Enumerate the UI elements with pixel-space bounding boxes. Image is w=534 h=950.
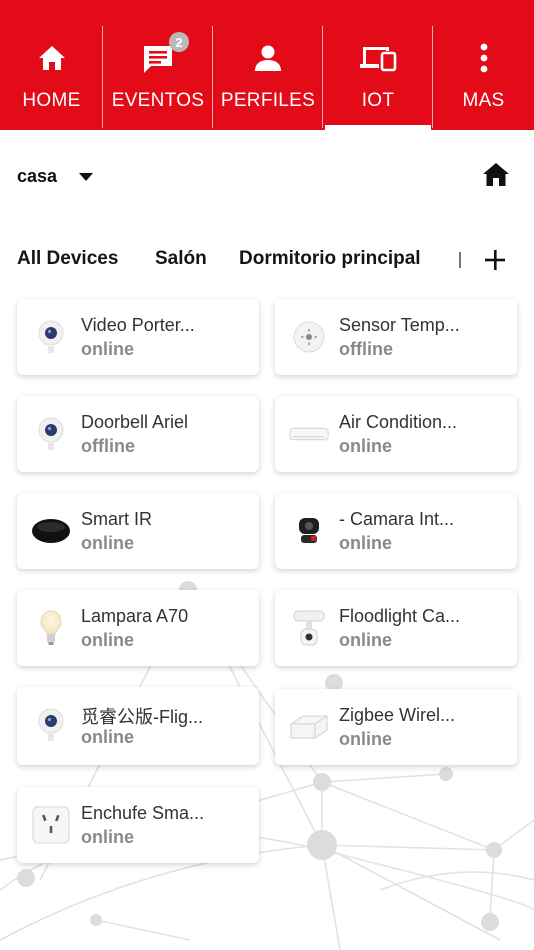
nav-perfiles-label: PERFILES — [220, 90, 316, 111]
device-card[interactable]: Video Porter... online — [17, 299, 259, 375]
top-navigation: HOME 2 EVENTOS PERFILES IOT MAS — [0, 0, 534, 130]
person-icon — [254, 40, 282, 76]
device-card[interactable]: Doorbell Ariel offline — [17, 396, 259, 472]
chat-icon: 2 — [141, 32, 189, 76]
device-status: online — [81, 727, 134, 747]
device-card[interactable]: - Camara Int... online — [275, 493, 517, 569]
sensor-icon — [289, 317, 329, 357]
home-icon — [37, 40, 67, 76]
device-status: online — [339, 533, 392, 553]
plug-icon — [31, 805, 71, 845]
room-tabs: All Devices Salón Dormitorio principal — [0, 240, 534, 280]
device-card[interactable]: Enchufe Sma... online — [17, 787, 259, 863]
device-status: online — [339, 729, 392, 749]
device-card[interactable]: Floodlight Ca... online — [275, 590, 517, 666]
nav-mas[interactable]: MAS — [433, 0, 534, 130]
device-card[interactable]: Lampara A70 online — [17, 590, 259, 666]
nav-home[interactable]: HOME — [0, 0, 103, 130]
air-conditioner-icon — [289, 414, 329, 454]
nav-perfiles[interactable]: PERFILES — [213, 0, 323, 130]
device-status: online — [339, 630, 392, 650]
camera-icon — [31, 317, 71, 357]
notification-badge: 2 — [169, 32, 189, 52]
device-name: 觅睿公版-Flig... — [81, 707, 204, 727]
home-dropdown-value: casa — [17, 166, 58, 186]
gateway-icon — [289, 707, 329, 747]
tab-dormitorio-principal[interactable]: Dormitorio principal — [239, 248, 421, 270]
home-dropdown[interactable]: casa — [17, 166, 94, 187]
device-name: Video Porter... — [81, 315, 195, 335]
device-status: offline — [339, 339, 393, 359]
device-name: Floodlight Ca... — [339, 606, 461, 626]
nav-home-label: HOME — [22, 90, 81, 111]
house-icon[interactable] — [482, 162, 510, 193]
device-card[interactable]: Smart IR online — [17, 493, 259, 569]
floodlight-icon — [289, 608, 329, 648]
camera-icon — [31, 414, 71, 454]
device-name: Doorbell Ariel — [81, 412, 189, 432]
devices-icon — [359, 40, 397, 76]
device-card[interactable]: Sensor Temp... offline — [275, 299, 517, 375]
tab-divider — [459, 252, 461, 268]
nav-iot-label: IOT — [361, 90, 395, 111]
indoor-camera-icon — [289, 511, 329, 551]
ir-remote-icon — [31, 511, 71, 551]
device-name: Zigbee Wirel... — [339, 705, 456, 725]
home-selector-row: casa — [0, 150, 534, 206]
device-card[interactable]: Air Condition... online — [275, 396, 517, 472]
device-status: online — [339, 436, 392, 456]
device-card[interactable]: Zigbee Wirel... online — [275, 689, 517, 765]
device-name: Sensor Temp... — [339, 315, 460, 335]
device-name: Smart IR — [81, 509, 153, 529]
device-name: - Camara Int... — [339, 509, 455, 529]
camera-icon — [31, 705, 71, 745]
nav-iot[interactable]: IOT — [323, 0, 433, 130]
plus-icon[interactable] — [483, 248, 507, 272]
device-status: online — [81, 827, 134, 847]
device-status: online — [81, 630, 134, 650]
device-card[interactable]: 觅睿公版-Flig... online — [17, 687, 259, 765]
device-name: Enchufe Sma... — [81, 803, 205, 823]
more-vertical-icon — [479, 40, 489, 76]
tab-all-devices[interactable]: All Devices — [17, 248, 118, 270]
nav-mas-label: MAS — [462, 90, 505, 111]
device-status: online — [81, 533, 134, 553]
device-name: Lampara A70 — [81, 606, 189, 626]
tab-salon[interactable]: Salón — [155, 248, 207, 270]
nav-eventos-label: EVENTOS — [111, 90, 205, 111]
bulb-icon — [31, 608, 71, 648]
device-status: offline — [81, 436, 135, 456]
nav-eventos[interactable]: 2 EVENTOS — [103, 0, 213, 130]
caret-down-icon — [79, 172, 94, 181]
device-name: Air Condition... — [339, 412, 458, 432]
device-status: online — [81, 339, 134, 359]
